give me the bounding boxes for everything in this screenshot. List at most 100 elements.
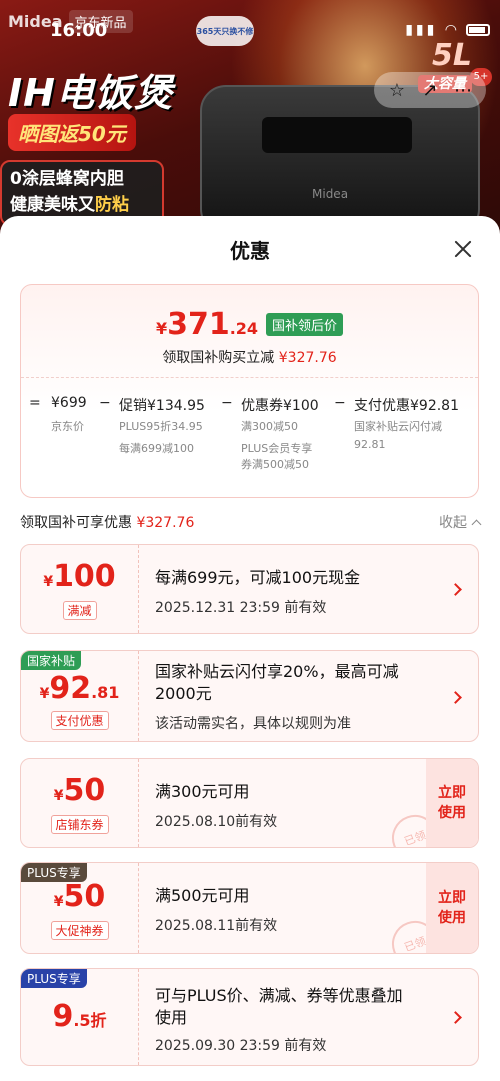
chevron-right-icon [449,1011,462,1024]
offer-card-plus-discount[interactable]: PLUS专享 9.5折 可与PLUS价、满减、券等优惠叠加 使用 2025.09… [20,968,479,1066]
savings-subtitle: 领取国补购买立减 ¥327.76 [21,347,478,367]
price-summary: ¥371.24 国补领后价 领取国补购买立减 ¥327.76 = ¥699 − … [20,284,479,498]
status-time: 16:00 [50,20,108,41]
collapse-label: 收起 [439,515,467,531]
offer-description: 国家补贴云闪付享20%，最高可减 [155,662,399,681]
breakdown-notes-row-4: 券满500减50 [29,455,479,473]
currency-symbol: ¥ [39,686,50,702]
offer-card-store-coupon: ¥50 店铺东券 满300元可用 2025.08.10前有效 已领 立即 使用 [20,758,479,848]
payment-discount: 支付优惠¥92.81 [354,398,459,414]
feature-line-1: 0涂层蜂窝内胆 [10,169,124,189]
close-icon[interactable] [448,234,478,264]
use-now-label-1: 立即 [438,890,466,906]
jd-price: ¥699 [51,395,87,411]
signal-wifi-icons: ▮▮▮ ◠ [405,22,460,38]
banner-promo: 晒图返50元 [8,114,136,151]
offer-value: ¥92.81 支付优惠 [21,651,139,741]
breakdown-notes-row-3: 每满699减100 PLUS会员专享 [29,437,479,455]
offer-amount: ¥100 [21,559,138,594]
offer-type-badge: 店铺东券 [50,815,109,834]
minus-sign: − [221,395,233,411]
offer-note: 该活动需实名，具体以规则为准 [155,716,351,732]
offer-type-badge: 大促神券 [50,921,109,940]
offer-description: 满500元可用 [155,886,250,905]
cooker-brand-logo: Midea [312,187,349,201]
section-header: 领取国补可享优惠 ¥327.76 收起 [20,512,482,536]
chevron-right-icon [449,691,462,704]
divider [21,377,478,378]
section-label: 领取国补可享优惠 [20,515,132,531]
amount-decimal: .81 [91,683,120,702]
equals-sign: = [29,395,41,411]
offer-expiry: 2025.12.31 23:59 前有效 [155,600,327,616]
star-icon[interactable]: ☆ [384,80,410,101]
offer-description: 每满699元，可减100元现金 [155,568,361,587]
savings-label: 领取国补购买立减 [162,350,275,366]
jd-price-label: 京东价 [51,420,84,433]
coupon-discount: 优惠券¥100 [241,398,319,414]
use-now-label-1: 立即 [438,785,466,801]
use-now-button[interactable]: 立即 使用 [426,759,478,847]
chevron-up-icon [471,519,482,530]
offer-type-badge: 满减 [62,601,97,620]
price-tag: 国补领后价 [266,313,344,336]
offer-description-cont: 使用 [155,1008,188,1027]
share-icon[interactable]: ↗ [417,80,443,101]
discount-sheet: 优惠 ¥371.24 国补领后价 领取国补购买立减 ¥327.76 = ¥699… [0,216,500,1081]
minus-sign: − [99,395,111,411]
amount-integer: 9 [52,999,74,1034]
price-decimal: .24 [229,319,259,338]
more-icon[interactable]: ⋯ [450,80,476,101]
amount-integer: 92 [49,671,92,706]
minus-sign: − [334,395,346,411]
service-badge: 365天只换不修 [196,16,254,46]
banner-headline: IH电饭煲 [8,71,173,115]
sheet-title: 优惠 [230,239,270,263]
offer-card-plus-coupon: PLUS专享 ¥50 大促神券 满500元可用 2025.08.11前有效 已领… [20,862,479,954]
currency-symbol: ¥ [155,319,168,338]
offer-value: 9.5折 [21,969,139,1065]
capacity-value: 5L [432,38,472,73]
currency-symbol: ¥ [43,574,54,590]
offer-value: ¥50 店铺东券 [21,759,139,847]
currency-symbol: ¥ [53,788,64,804]
section-amount: ¥327.76 [136,515,195,531]
offer-value: ¥100 满减 [21,545,139,633]
offer-amount: ¥50 [21,879,138,914]
coupon-note: 券满500减50 [241,458,309,471]
offer-amount: ¥92.81 [21,671,138,706]
price-breakdown: = ¥699 − 促销¥134.95 − 优惠券¥100 − 支付优惠¥92.8… [29,395,479,491]
promo-discount: 促销¥134.95 [119,398,205,414]
use-now-button[interactable]: 立即 使用 [426,863,478,953]
offer-expiry: 2025.09.30 23:59 前有效 [155,1038,327,1054]
amount-decimal: .5折 [73,1011,107,1030]
feature-line-2: 健康美味又防粘 [10,192,154,218]
final-price-row: ¥371.24 国补领后价 [21,307,478,342]
offer-description: 满300元可用 [155,782,250,801]
promo-note: PLUS95折34.95 [119,420,203,433]
feature-line-2-text: 健康美味又 [10,195,95,215]
top-actions: ☆ ↗ ⋯ [374,72,486,108]
breakdown-values: = ¥699 − 促销¥134.95 − 优惠券¥100 − 支付优惠¥92.8… [29,395,479,419]
price-integer: 371 [167,307,230,342]
use-now-label-2: 使用 [438,910,466,926]
battery-icon [466,24,490,36]
collapse-button[interactable]: 收起 [439,512,482,532]
cooker-control-panel [262,117,412,153]
coupon-note: 满300减50 [241,420,298,433]
currency-symbol: ¥ [53,894,64,910]
use-now-label-2: 使用 [438,805,466,821]
feature-line-2-highlight: 防粘 [95,195,129,215]
offer-card-national-subsidy[interactable]: 国家补贴 ¥92.81 支付优惠 国家补贴云闪付享20%，最高可减 2000元 … [20,650,479,742]
offer-description-cont: 2000元 [155,684,212,703]
offer-amount: 9.5折 [21,999,138,1034]
amount-integer: 50 [63,879,106,914]
final-price: ¥371.24 [156,307,258,342]
offer-value: ¥50 大促神券 [21,863,139,953]
amount-integer: 100 [53,559,116,594]
offer-card-full-reduction[interactable]: ¥100 满减 每满699元，可减100元现金 2025.12.31 23:59… [20,544,479,634]
breakdown-notes-row-1: 京东价 PLUS95折34.95 满300减50 国家补贴云闪付减 [29,419,479,437]
payment-note: 国家补贴云闪付减 [354,420,442,433]
savings-amount: ¥327.76 [278,350,337,366]
offer-description: 可与PLUS价、满减、券等优惠叠加 [155,986,403,1005]
